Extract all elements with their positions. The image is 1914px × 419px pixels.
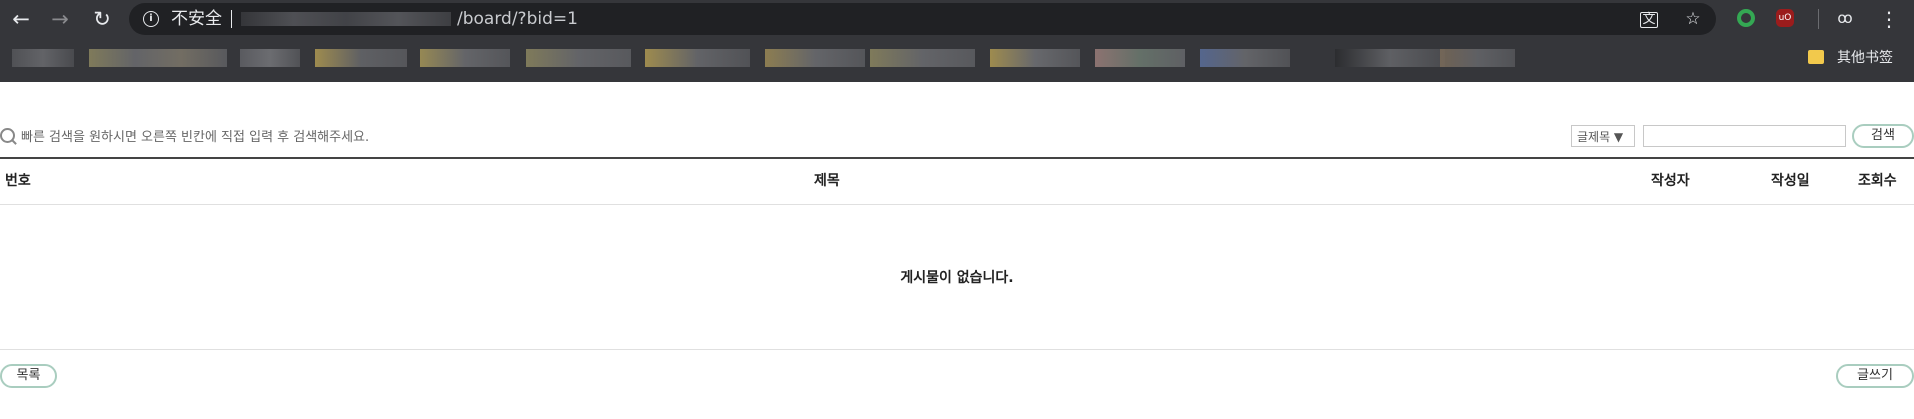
- empty-row: 게시물이 없습니다.: [0, 205, 1914, 350]
- blurred-hostname: [241, 12, 451, 26]
- search-button[interactable]: 검색: [1852, 124, 1914, 148]
- info-icon[interactable]: i: [143, 11, 159, 27]
- security-label[interactable]: 不安全: [171, 9, 222, 29]
- search-hint-text: 빠른 검색을 원하시면 오른쪽 빈칸에 직접 입력 후 검색해주세요.: [21, 130, 370, 145]
- blurred-bookmark[interactable]: [990, 49, 1080, 67]
- column-author: 작성자: [1651, 173, 1690, 189]
- blurred-bookmark[interactable]: [315, 49, 407, 67]
- board-table: 번호 제목 작성자 작성일 조회수 게시물이 없습니다.: [0, 157, 1914, 350]
- empty-message: 게시물이 없습니다.: [900, 270, 1014, 286]
- browser-menu-icon[interactable]: ⋮: [1879, 6, 1899, 32]
- other-bookmarks-label[interactable]: 其他书签: [1837, 49, 1893, 67]
- search-hint: 빠른 검색을 원하시면 오른쪽 빈칸에 직접 입력 후 검색해주세요.: [0, 128, 369, 146]
- blurred-bookmark[interactable]: [12, 49, 74, 67]
- extension-green-ring-icon[interactable]: [1737, 9, 1755, 27]
- folder-icon: [1808, 50, 1824, 64]
- column-date: 작성일: [1771, 173, 1810, 189]
- table-header: 번호 제목 작성자 작성일 조회수: [0, 157, 1914, 205]
- magnifier-icon: [0, 128, 15, 143]
- bookmarks-bar: 其他书签: [0, 38, 1914, 82]
- url-separator: [231, 10, 232, 28]
- blurred-bookmark[interactable]: [240, 49, 300, 67]
- blurred-bookmark[interactable]: [1440, 49, 1515, 67]
- blurred-bookmark[interactable]: [89, 49, 227, 67]
- write-button[interactable]: 글쓰기: [1836, 364, 1914, 388]
- translate-icon[interactable]: 文: [1640, 12, 1658, 28]
- browser-toolbar: ← → ↻ i 不安全 /board/?bid=1 文 ☆ uO ꝏ ⋮: [0, 0, 1914, 38]
- blurred-bookmark[interactable]: [645, 49, 750, 67]
- column-number: 번호: [5, 173, 31, 189]
- column-title: 제목: [814, 173, 840, 189]
- toolbar-divider: [1818, 9, 1819, 29]
- blurred-bookmark[interactable]: [870, 49, 975, 67]
- blurred-bookmark[interactable]: [1095, 49, 1185, 67]
- url-path[interactable]: /board/?bid=1: [457, 9, 578, 29]
- blurred-bookmark[interactable]: [765, 49, 865, 67]
- reload-icon[interactable]: ↻: [89, 6, 115, 32]
- list-button[interactable]: 목록: [0, 364, 57, 388]
- forward-icon[interactable]: →: [47, 6, 73, 32]
- bookmark-star-icon[interactable]: ☆: [1682, 9, 1704, 29]
- back-icon[interactable]: ←: [8, 6, 34, 32]
- browser-chrome: ← → ↻ i 不安全 /board/?bid=1 文 ☆ uO ꝏ ⋮ 其他书…: [0, 0, 1914, 82]
- search-input[interactable]: [1643, 125, 1846, 147]
- search-field-select[interactable]: 글제목 ▼: [1571, 125, 1635, 147]
- board-page: 빠른 검색을 원하시면 오른쪽 빈칸에 직접 입력 후 검색해주세요. 글제목 …: [0, 82, 1914, 419]
- blurred-bookmark[interactable]: [526, 49, 631, 67]
- blurred-bookmark[interactable]: [420, 49, 510, 67]
- incognito-icon[interactable]: ꝏ: [1836, 9, 1854, 27]
- ublock-origin-icon[interactable]: uO: [1776, 9, 1794, 27]
- address-bar[interactable]: i 不安全 /board/?bid=1 文 ☆: [129, 3, 1716, 35]
- column-views: 조회수: [1858, 173, 1897, 189]
- blurred-bookmark[interactable]: [1200, 49, 1290, 67]
- blurred-bookmark[interactable]: [1335, 49, 1445, 67]
